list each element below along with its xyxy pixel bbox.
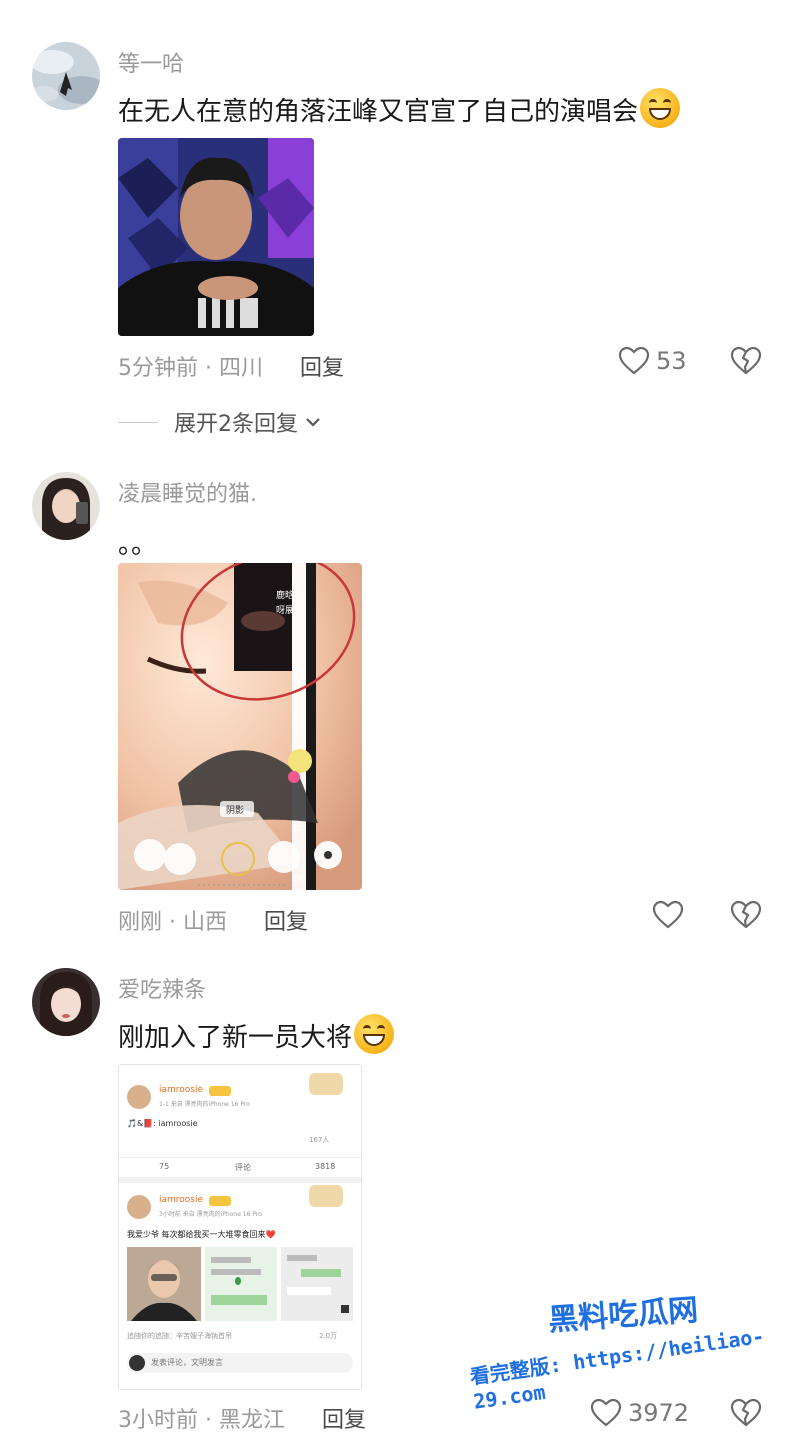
like-button[interactable]	[652, 900, 684, 930]
time-location: 5分钟前 · 四川	[118, 356, 263, 381]
heart-icon	[618, 346, 650, 375]
dislike-button[interactable]	[730, 346, 762, 376]
avatar	[127, 1085, 151, 1109]
vip-badge-icon	[209, 1196, 231, 1206]
username[interactable]: 凌晨睡觉的猫.	[118, 476, 257, 508]
avatar[interactable]	[32, 968, 100, 1036]
side-text: 鹿晗	[276, 589, 294, 601]
input-placeholder: 发表评论，文明发言	[151, 1358, 223, 1367]
post-card: iamroosie 3小时前 来自 漂亮肉的iPhone 16 Pro 我爱少爷…	[119, 1183, 361, 1389]
like-count: 53	[656, 347, 687, 375]
vip-badge-icon	[209, 1086, 231, 1096]
dislike-button[interactable]	[730, 900, 762, 930]
post-subtitle: 3小时前 来自 漂亮肉的iPhone 16 Pro	[159, 1211, 262, 1218]
time-location: 3小时前 · 黑龙江	[118, 1408, 285, 1433]
broken-heart-icon	[730, 900, 762, 929]
comment-image[interactable]: 鹿晗 呀展 31 29 阴影	[118, 563, 362, 890]
post-card: iamroosie 1-1 来自 漂亮肉的iPhone 16 Pro 🎵&📕: …	[119, 1065, 361, 1177]
grinning-emoji-icon	[640, 88, 681, 128]
time-location: 刚刚 · 山西	[118, 910, 227, 935]
comment-image-screenshot[interactable]: iamroosie 1-1 来自 漂亮肉的iPhone 16 Pro 🎵&📕: …	[118, 1064, 362, 1390]
comment-image[interactable]	[118, 138, 314, 336]
comment-text-content: 刚加入了新一员大将	[118, 1023, 353, 1053]
grinning-emoji-icon	[354, 1014, 395, 1054]
count-text: 29	[292, 874, 302, 883]
comment-text-content: 在无人在意的角落汪峰又官宣了自己的演唱会	[118, 97, 639, 127]
heart-icon	[590, 1398, 622, 1427]
chat-screenshot	[281, 1247, 353, 1321]
heart-icon	[652, 900, 684, 929]
post-subtitle: 1-1 来自 漂亮肉的iPhone 16 Pro	[159, 1101, 250, 1108]
like-count: 3972	[628, 1399, 690, 1427]
comment-text: 在无人在意的角落汪峰又官宣了自己的演唱会	[118, 88, 681, 128]
broken-heart-icon	[730, 346, 762, 375]
comment-input: 发表评论，文明发言	[127, 1353, 353, 1373]
view-count: 167人	[309, 1136, 330, 1144]
broken-heart-icon	[730, 1398, 762, 1427]
dislike-button[interactable]	[730, 1398, 762, 1428]
username[interactable]: 等一哈	[118, 46, 184, 78]
reply-button[interactable]: 回复	[322, 1408, 366, 1433]
chat-screenshot	[205, 1247, 277, 1321]
comment-text: 。。	[118, 530, 158, 560]
chevron-down-icon	[306, 418, 320, 427]
post-body: 我爱少爷 每次都给我买一大堆零食回来❤️	[127, 1230, 276, 1239]
comment-meta: 5分钟前 · 四川 回复	[118, 350, 344, 382]
comment-meta: 3小时前 · 黑龙江 回复	[118, 1402, 366, 1434]
side-text: 呀展	[276, 605, 294, 616]
like-button[interactable]: 3972	[590, 1398, 689, 1428]
avatar[interactable]	[32, 42, 100, 110]
like-button[interactable]: 53	[618, 346, 687, 376]
count-text: 31	[292, 824, 302, 833]
sticker-icon	[309, 1185, 343, 1207]
reply-button[interactable]: 回复	[300, 356, 344, 381]
post-actions: 75 评论 3818	[119, 1157, 361, 1176]
expand-replies-button[interactable]: 展开2条回复	[118, 406, 324, 438]
comment-label: 评论	[235, 1163, 251, 1172]
repost-count: 75	[159, 1162, 170, 1171]
avatar	[127, 1195, 151, 1219]
sticker-icon	[309, 1073, 343, 1095]
post-body: 🎵&📕: iamroosie	[127, 1119, 198, 1128]
like-count: 3818	[315, 1162, 336, 1171]
ad-text: 追随你的追随：辛苦嫂子海钠首吊	[127, 1332, 232, 1340]
post-username: iamroosie	[159, 1195, 204, 1205]
comment-meta: 刚刚 · 山西 回复	[118, 904, 308, 936]
shadow-label: 阴影	[226, 805, 244, 816]
ad-likes: 2.0万	[319, 1332, 338, 1340]
expand-label: 展开2条回复	[174, 412, 298, 437]
reply-button[interactable]: 回复	[264, 910, 308, 935]
divider	[118, 421, 158, 423]
post-photo	[127, 1247, 201, 1321]
avatar[interactable]	[32, 472, 100, 540]
username[interactable]: 爱吃辣条	[118, 972, 206, 1004]
post-username: iamroosie	[159, 1085, 204, 1095]
comment-text: 刚加入了新一员大将	[118, 1014, 395, 1054]
